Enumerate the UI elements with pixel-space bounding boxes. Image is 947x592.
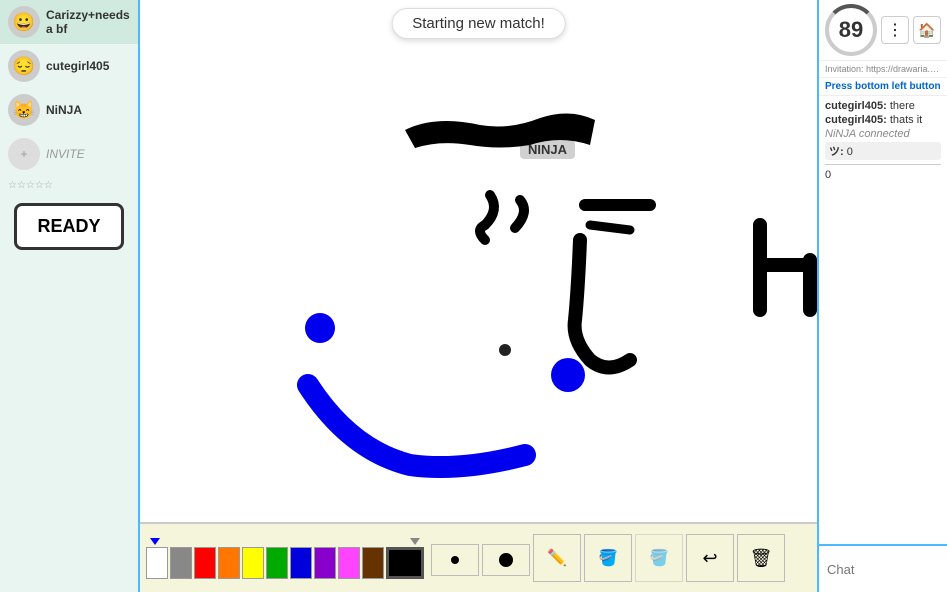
toolbar: ✏️ 🪣 🪣 ↩ 🗑	[140, 522, 817, 592]
chat-message-system: NiNJA connected	[825, 128, 941, 140]
pencil-tool-button[interactable]: ✏️	[533, 534, 581, 582]
color-arrow-blue	[150, 538, 160, 545]
color-swatch-brown[interactable]	[362, 547, 384, 579]
avatar: 😔	[8, 50, 40, 82]
size-medium-dot	[499, 553, 513, 567]
color-arrow-grey	[410, 538, 420, 545]
color-swatch-grey[interactable]	[170, 547, 192, 579]
player-name: NiNJA	[46, 103, 82, 117]
message-text: NiNJA connected	[825, 128, 910, 140]
match-banner: Starting new match!	[391, 8, 566, 39]
ready-button[interactable]: READY	[14, 203, 123, 250]
stars: ☆☆☆☆☆	[8, 180, 53, 191]
invite-avatar: +	[8, 138, 40, 170]
chat-message: cutegirl405: there	[825, 100, 941, 112]
right-header: 89 ⋮ 🏠	[819, 0, 947, 61]
color-swatch-white[interactable]	[146, 547, 168, 579]
avatar: 😸	[8, 94, 40, 126]
size-small-dot	[451, 556, 459, 564]
size-section	[431, 540, 530, 576]
message-username: ツ:	[829, 146, 844, 158]
player-item[interactable]: 😔 cutegirl405	[0, 44, 138, 88]
invite-label: INVITE	[46, 147, 85, 161]
size-buttons	[431, 544, 530, 576]
color-indicators	[146, 538, 424, 545]
chat-message-special: ツ: 0	[825, 142, 941, 160]
fill-tool-button[interactable]: 🪣	[584, 534, 632, 582]
player-name: cutegirl405	[46, 59, 109, 73]
message-username: cutegirl405:	[825, 114, 887, 126]
color-palette	[146, 547, 424, 579]
color-swatch-blue[interactable]	[290, 547, 312, 579]
clear-button[interactable]: 🗑	[737, 534, 785, 582]
color-swatch-purple[interactable]	[314, 547, 336, 579]
canvas-content[interactable]: Starting new match! NINJA	[140, 0, 817, 522]
message-text: 0	[847, 146, 853, 158]
press-hint: Press bottom left button	[819, 78, 947, 96]
invite-url: Invitation: https://drawaria.online/roo	[819, 61, 947, 78]
right-panel: 89 ⋮ 🏠 Invitation: https://drawaria.onli…	[817, 0, 947, 592]
drawing-canvas[interactable]	[140, 0, 817, 522]
timer-value: 89	[839, 17, 863, 43]
message-text: there	[890, 100, 915, 112]
color-swatch-pink[interactable]	[338, 547, 360, 579]
player-name: Carizzy+needs a bf	[46, 8, 130, 36]
invite-item[interactable]: + INVITE	[0, 132, 138, 176]
chat-messages: cutegirl405: there cutegirl405: thats it…	[819, 96, 947, 544]
size-medium-button[interactable]	[482, 544, 530, 576]
color-section	[146, 538, 424, 579]
timer-circle: 89	[825, 4, 877, 56]
message-text: 0	[825, 169, 831, 181]
message-username: cutegirl405:	[825, 100, 887, 112]
divider	[825, 164, 941, 165]
color-swatch-orange[interactable]	[218, 547, 240, 579]
chat-input-row: ★	[819, 544, 947, 592]
eraser-tool-button[interactable]: 🪣	[635, 534, 683, 582]
size-small-button[interactable]	[431, 544, 479, 576]
stars-row: ☆☆☆☆☆	[0, 176, 138, 195]
color-swatch-green[interactable]	[266, 547, 288, 579]
color-swatch-yellow[interactable]	[242, 547, 264, 579]
undo-button[interactable]: ↩	[686, 534, 734, 582]
canvas-area: Starting new match! NINJA	[140, 0, 817, 592]
chat-input[interactable]	[819, 546, 947, 592]
chat-message: 0	[825, 169, 941, 181]
player-item[interactable]: 😸 NiNJA	[0, 88, 138, 132]
message-text: thats it	[890, 114, 922, 126]
home-button[interactable]: 🏠	[913, 16, 941, 44]
color-swatch-red[interactable]	[194, 547, 216, 579]
avatar: 😀	[8, 6, 40, 38]
menu-button[interactable]: ⋮	[881, 16, 909, 44]
player-item[interactable]: 😀 Carizzy+needs a bf	[0, 0, 138, 44]
color-swatch-black-selected[interactable]	[386, 547, 424, 579]
chat-message: cutegirl405: thats it	[825, 114, 941, 126]
sidebar: 😀 Carizzy+needs a bf 😔 cutegirl405 😸 NiN…	[0, 0, 140, 592]
